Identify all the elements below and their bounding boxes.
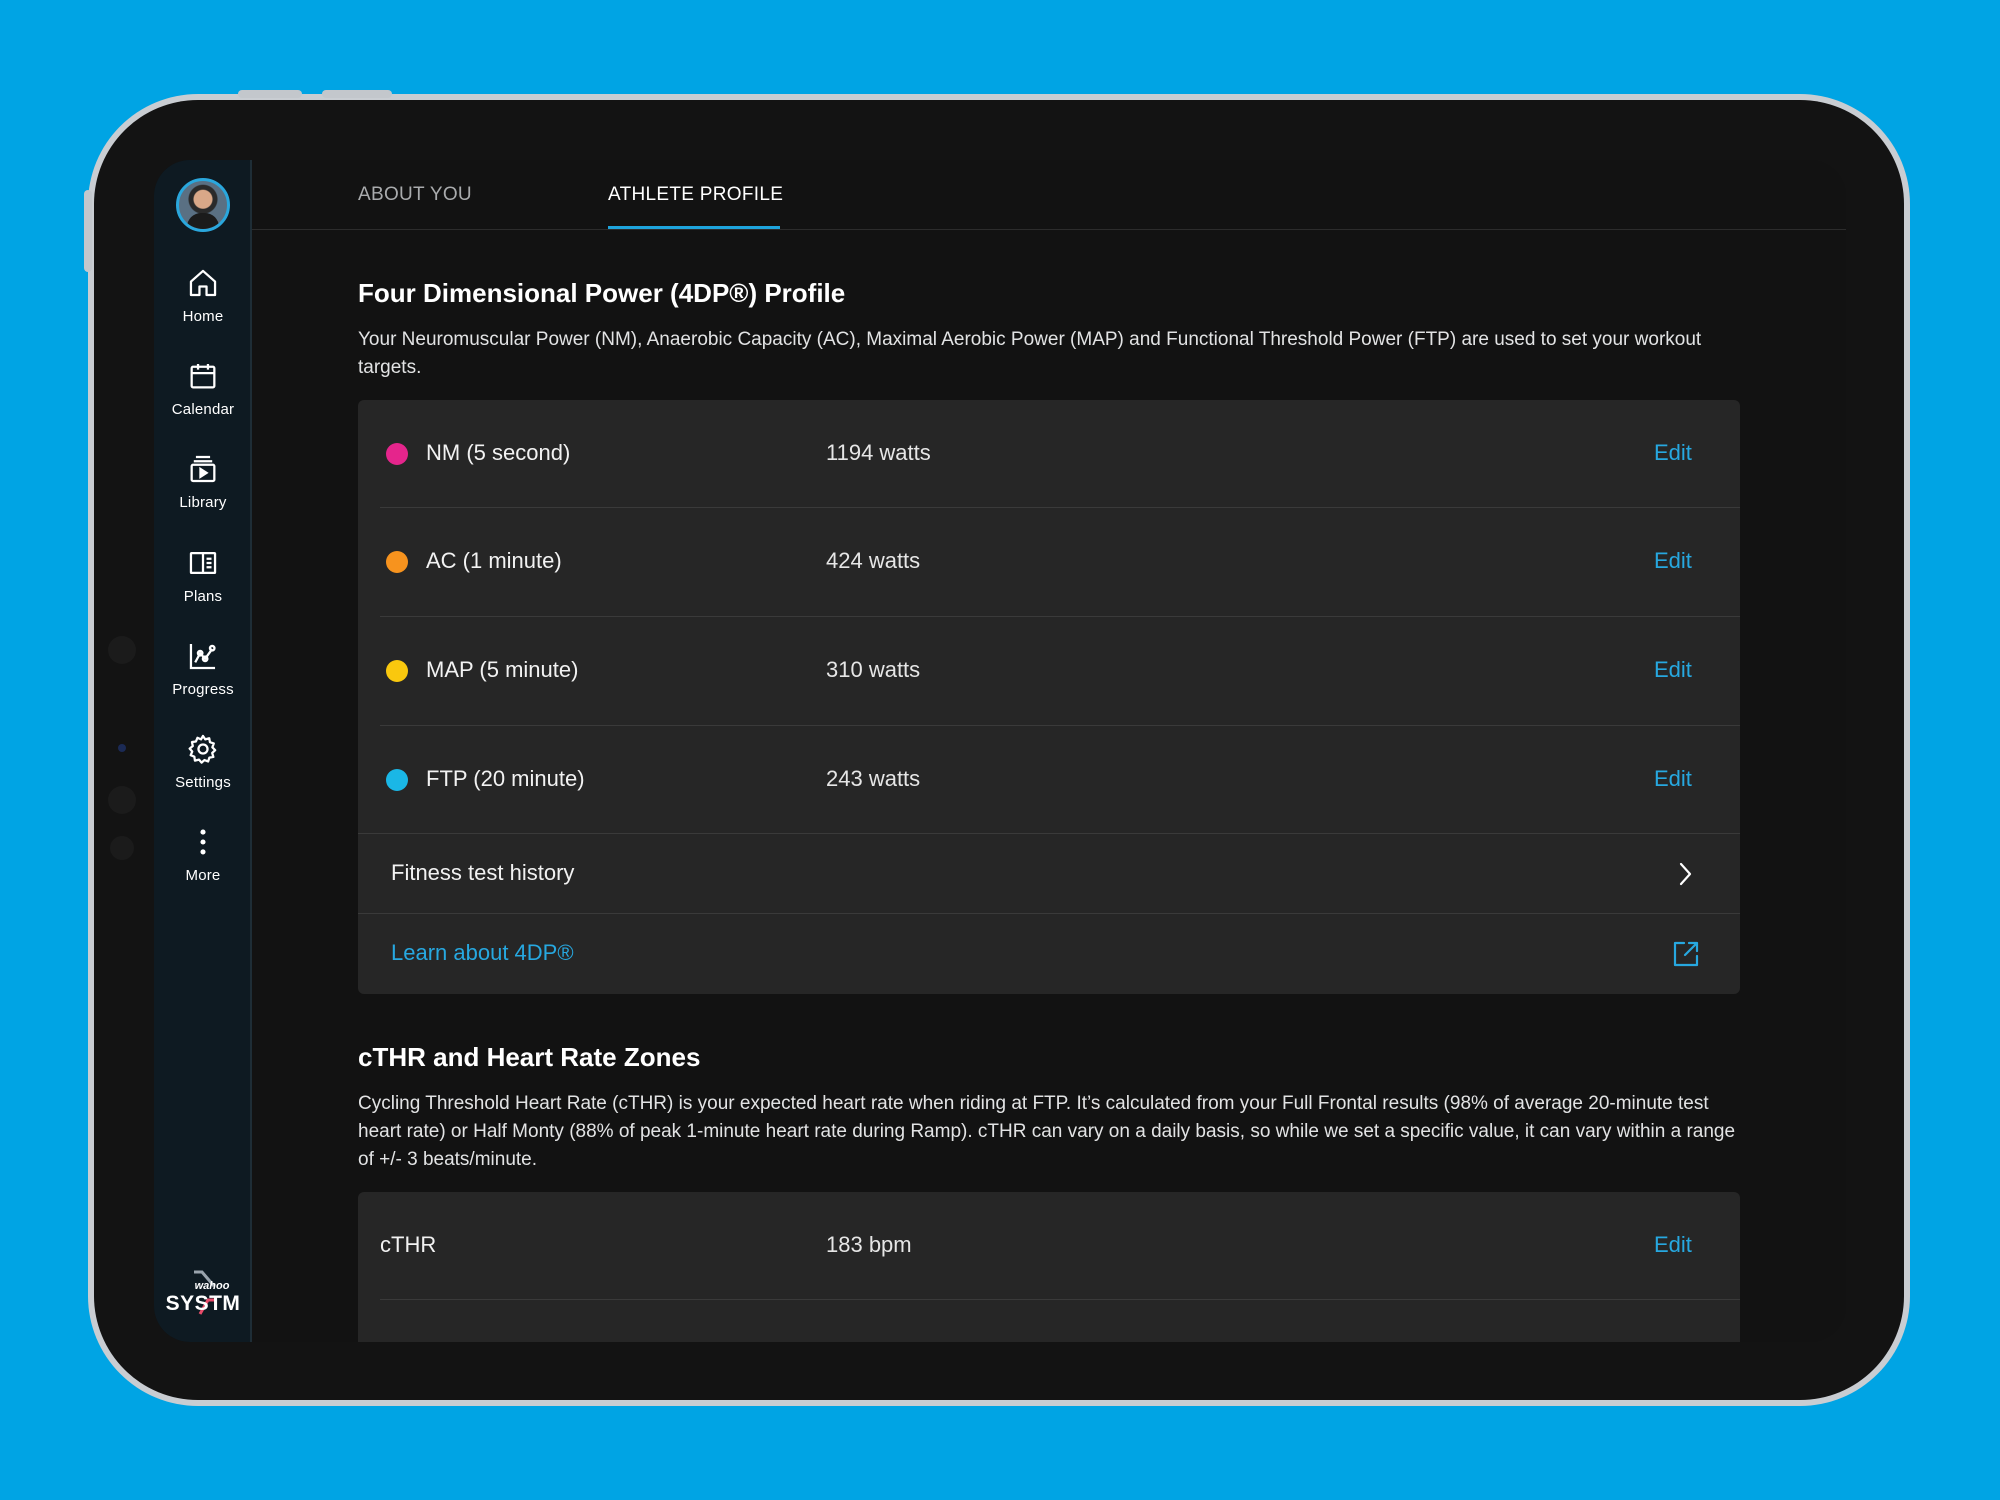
- fitness-test-history-row[interactable]: Fitness test history: [358, 834, 1740, 914]
- cthr-edit-button[interactable]: Edit: [1654, 1232, 1692, 1258]
- sensor-dot: [108, 786, 136, 814]
- nm-edit-button[interactable]: Edit: [1654, 440, 1692, 466]
- nm-value: 1194 watts: [826, 440, 931, 465]
- ftp-color-dot: [386, 769, 408, 791]
- power-row-nm: NM (5 second) 1194 watts Edit: [358, 400, 1740, 508]
- tab-about-you[interactable]: ABOUT YOU: [358, 184, 472, 206]
- more-icon: [200, 829, 206, 855]
- nm-color-dot: [386, 443, 408, 465]
- plans-icon: [189, 551, 217, 575]
- cthr-row: cTHR 183 bpm Edit: [358, 1192, 1740, 1300]
- fitness-test-history-label: Fitness test history: [391, 860, 575, 885]
- tab-bar: ABOUT YOU ATHLETE PROFILE: [252, 160, 1846, 230]
- sidebar-item-label: Settings: [175, 774, 231, 791]
- progress-icon: [189, 643, 216, 670]
- ac-color-dot: [386, 551, 408, 573]
- sidebar: Home Calendar Library Plans Progress Set: [154, 160, 252, 1342]
- sidebar-item-home[interactable]: Home: [154, 262, 252, 342]
- learn-4dp-row[interactable]: Learn about 4DP®: [358, 914, 1740, 994]
- map-edit-button[interactable]: Edit: [1654, 657, 1692, 683]
- camera-lens: [118, 744, 126, 752]
- chevron-right-icon: [1679, 862, 1692, 886]
- ac-edit-button[interactable]: Edit: [1654, 548, 1692, 574]
- sensor-dot: [110, 836, 134, 860]
- map-color-dot: [386, 660, 408, 682]
- sidebar-item-progress[interactable]: Progress: [154, 635, 252, 715]
- sidebar-item-settings[interactable]: Settings: [154, 728, 252, 808]
- sidebar-item-label: Plans: [183, 588, 223, 605]
- sidebar-item-library[interactable]: Library: [154, 448, 252, 528]
- sensor-dot: [108, 636, 136, 664]
- sidebar-item-label: Progress: [172, 681, 234, 698]
- map-label: MAP (5 minute): [426, 657, 579, 682]
- sidebar-item-label: Home: [182, 308, 224, 325]
- ac-value: 424 watts: [826, 548, 921, 573]
- heart-rate-card: cTHR 183 bpm Edit: [358, 1192, 1740, 1342]
- ac-label: AC (1 minute): [426, 548, 562, 573]
- cthr-label: cTHR: [380, 1232, 437, 1257]
- heart-rate-description: Cycling Threshold Heart Rate (cTHR) is y…: [358, 1093, 1736, 1170]
- row-divider: [380, 1299, 1740, 1300]
- app-screen: Home Calendar Library Plans Progress Set: [154, 160, 1846, 1342]
- library-icon: [190, 455, 216, 483]
- active-tab-indicator: [608, 226, 780, 229]
- volume-button: [322, 90, 392, 98]
- tab-athlete-profile[interactable]: ATHLETE PROFILE: [608, 184, 783, 206]
- systm-logo: wahoo SYSTM: [164, 1270, 242, 1320]
- cthr-value: 183 bpm: [826, 1232, 912, 1257]
- ftp-value: 243 watts: [826, 766, 921, 791]
- brand-systm: SYSTM: [165, 1292, 241, 1315]
- home-icon: [189, 269, 217, 297]
- sidebar-item-plans[interactable]: Plans: [154, 542, 252, 622]
- power-profile-description: Your Neuromuscular Power (NM), Anaerobic…: [358, 329, 1702, 378]
- power-row-ac: AC (1 minute) 424 watts Edit: [358, 508, 1740, 617]
- gear-icon: [188, 734, 217, 764]
- ftp-label: FTP (20 minute): [426, 766, 585, 791]
- external-link-icon: [1673, 941, 1699, 967]
- volume-button: [238, 90, 302, 98]
- power-row-ftp: FTP (20 minute) 243 watts Edit: [358, 726, 1740, 834]
- brand-wahoo: wahoo: [194, 1280, 230, 1292]
- avatar[interactable]: [176, 178, 230, 232]
- calendar-icon: [190, 363, 216, 389]
- heart-rate-title: cTHR and Heart Rate Zones: [358, 1042, 701, 1072]
- power-profile-title: Four Dimensional Power (4DP®) Profile: [358, 278, 846, 308]
- sidebar-item-label: Calendar: [171, 401, 235, 418]
- learn-4dp-link[interactable]: Learn about 4DP®: [391, 940, 574, 966]
- sidebar-item-label: More: [185, 867, 221, 884]
- ftp-edit-button[interactable]: Edit: [1654, 766, 1692, 792]
- sidebar-item-more[interactable]: More: [154, 821, 252, 901]
- nm-label: NM (5 second): [426, 440, 571, 465]
- power-row-map: MAP (5 minute) 310 watts Edit: [358, 617, 1740, 726]
- power-profile-card: NM (5 second) 1194 watts Edit AC (1 minu…: [358, 400, 1740, 994]
- power-button: [84, 190, 92, 272]
- map-value: 310 watts: [826, 657, 921, 682]
- sidebar-item-calendar[interactable]: Calendar: [154, 355, 252, 435]
- sidebar-item-label: Library: [179, 494, 227, 511]
